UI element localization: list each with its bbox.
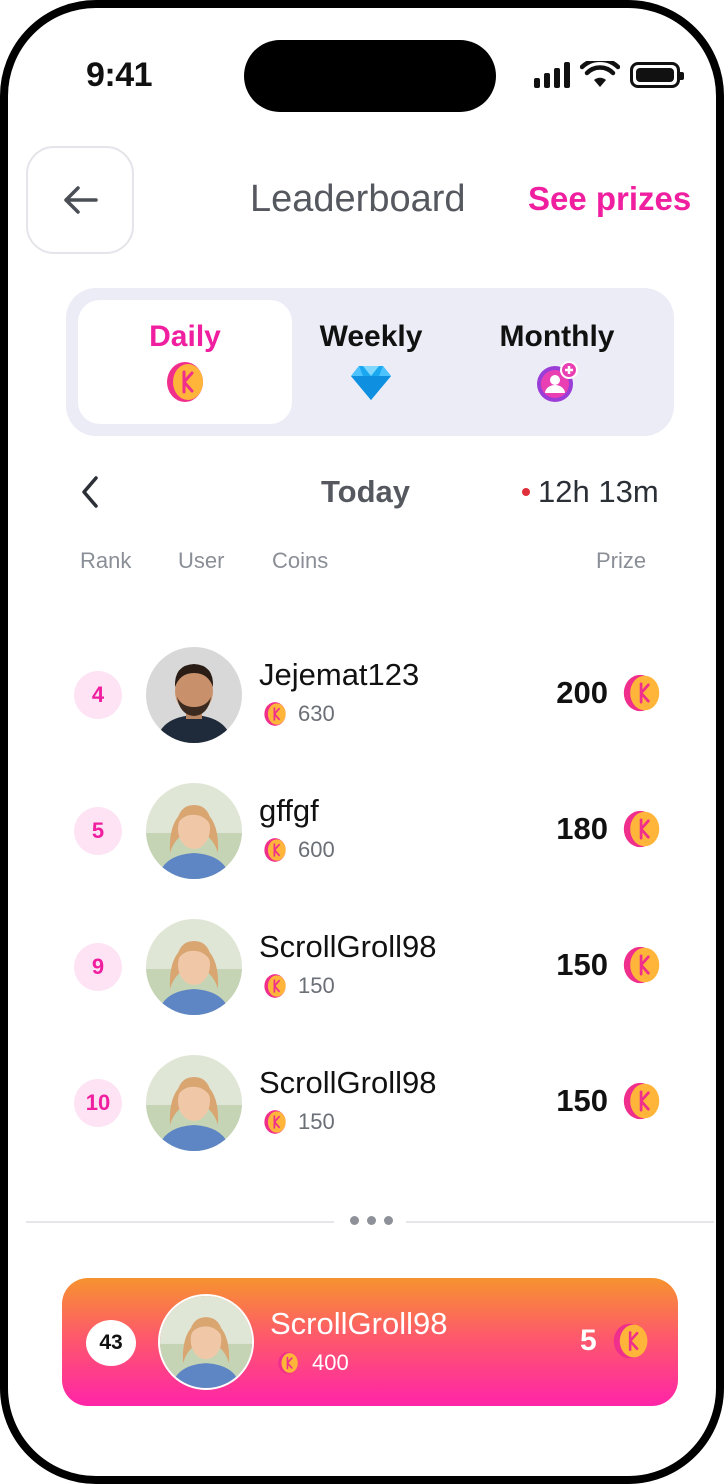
tab-daily[interactable]: Daily (78, 300, 292, 424)
rank-badge: 5 (74, 807, 122, 855)
rank-badge: 43 (86, 1320, 136, 1366)
tab-label: Monthly (499, 320, 615, 353)
coin-icon (623, 810, 660, 848)
table-row[interactable]: 9 ScrollGroll98 150 150 (8, 917, 716, 1017)
see-prizes-link[interactable]: See prizes (528, 180, 691, 218)
table-row[interactable]: 10 ScrollGroll98 150 150 (8, 1053, 716, 1153)
user-coins: 400 (276, 1350, 349, 1376)
dynamic-island (244, 40, 496, 112)
coin-icon (623, 946, 660, 984)
column-header-prize: Prize (596, 548, 647, 573)
more-dots-icon[interactable] (350, 1216, 393, 1225)
page-title: Leaderboard (250, 178, 466, 220)
coin-icon (264, 838, 286, 862)
back-button[interactable] (26, 146, 134, 254)
avatar (146, 647, 242, 743)
period-selector: Today 12h 13m (8, 470, 716, 514)
tab-label: Weekly (319, 320, 423, 353)
arrow-left-icon (64, 186, 98, 214)
coin-icon (264, 1110, 286, 1134)
user-coins: 150 (262, 973, 335, 999)
rank-badge: 4 (74, 671, 122, 719)
column-header-user: User (178, 548, 225, 573)
tab-weekly[interactable]: Weekly (264, 300, 478, 424)
live-dot-icon (522, 488, 530, 496)
coin-icon (623, 674, 660, 712)
avatar (146, 1055, 242, 1151)
avatar (158, 1294, 254, 1390)
diamond-icon (351, 366, 391, 400)
countdown-timer: 12h 13m (522, 474, 659, 510)
coin-icon (623, 1082, 660, 1120)
prize-value: 180 (556, 811, 608, 846)
user-plus-badge-icon (537, 361, 578, 402)
coins-value: 600 (298, 837, 335, 862)
prize-value: 150 (556, 947, 608, 982)
coins-value: 150 (298, 1109, 335, 1134)
table-row[interactable]: 4 Jejemat123 630 200 (8, 645, 716, 745)
status-time: 9:41 (86, 56, 153, 94)
coin-icon (278, 1352, 298, 1374)
user-coins: 630 (262, 701, 335, 727)
battery-icon (630, 62, 684, 88)
username: gffgf (259, 793, 319, 828)
prize-value: 150 (556, 1083, 608, 1118)
coin-icon (264, 974, 286, 998)
rank-badge: 9 (74, 943, 122, 991)
username: Jejemat123 (259, 657, 420, 692)
tab-monthly[interactable]: Monthly (450, 300, 664, 424)
coins-value: 400 (312, 1350, 349, 1375)
divider (26, 1221, 334, 1223)
username: ScrollGroll98 (270, 1306, 448, 1341)
user-coins: 150 (262, 1109, 335, 1135)
rank-badge: 10 (74, 1079, 122, 1127)
tab-label: Daily (149, 320, 221, 353)
period-tabs: Daily Weekly Monthly (66, 288, 674, 436)
coin-icon (264, 702, 286, 726)
avatar (146, 919, 242, 1015)
current-user-card[interactable]: 43 ScrollGroll98 400 5 (62, 1278, 678, 1406)
table-row[interactable]: 5 gffgf 600 180 (8, 781, 716, 881)
username: ScrollGroll98 (259, 1065, 437, 1100)
username: ScrollGroll98 (259, 929, 437, 964)
avatar (146, 783, 242, 879)
signal-icon (534, 62, 570, 88)
timer-text: 12h 13m (538, 474, 659, 509)
wifi-icon (580, 61, 620, 87)
column-header-coins: Coins (272, 548, 329, 573)
coin-icon (167, 362, 203, 402)
prize-value: 200 (556, 675, 608, 710)
chevron-left-icon[interactable] (76, 472, 106, 512)
divider (406, 1221, 714, 1223)
phone-frame: 9:41 Leaderboard See prizes Daily Weekly (0, 0, 724, 1484)
coins-value: 630 (298, 701, 335, 726)
prize-value: 5 (580, 1324, 597, 1357)
status-icons (534, 60, 684, 90)
coin-icon (613, 1323, 648, 1359)
column-header-rank: Rank (80, 548, 132, 573)
period-label: Today (321, 474, 410, 509)
user-coins: 600 (262, 837, 335, 863)
coins-value: 150 (298, 973, 335, 998)
